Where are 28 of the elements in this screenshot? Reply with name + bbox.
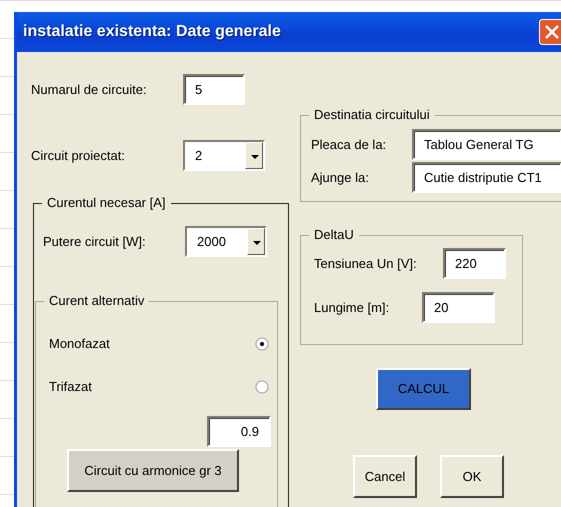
dropdown-value: 2000 [197,232,226,251]
frame-title: Curentul necesar [A] [42,195,171,211]
window-title: instalatie existenta: Date generale [23,22,281,42]
input-field[interactable]: 20 [422,292,495,323]
field-label: Ajunge la: [311,168,370,187]
input-field[interactable]: 5 [183,74,245,105]
dropdown[interactable]: 2000 [185,226,267,257]
dropdown-value: 2 [195,146,202,165]
input-field[interactable]: Cutie distriputie CT1 [412,162,561,193]
calculate-button[interactable]: CALCUL [376,368,471,410]
field-label: Tensiunea Un [V]: [314,254,418,273]
harmonics-button[interactable]: Circuit cu armonice gr 3 [67,449,239,492]
dialog-button[interactable]: Cancel [353,455,417,498]
input-field[interactable]: 220 [443,248,506,279]
radio-button[interactable] [255,380,269,394]
dialog-button[interactable]: OK [440,455,504,498]
close-icon[interactable] [539,19,561,45]
field-label: Lungime [m]: [314,298,390,317]
radio-label[interactable]: Trifazat [49,376,92,396]
input-field[interactable]: Tablou General TG [412,129,561,160]
radio-button[interactable] [255,336,269,350]
input-field[interactable]: 0.9 [207,416,271,447]
field-label: Pleaca de la: [311,136,388,154]
field-label: Circuit proiectat: [31,146,126,165]
field-label: Putere circuit [W]: [43,232,147,251]
dropdown[interactable]: 2 [183,140,265,171]
field-label: Numarul de circuite: [31,80,148,99]
radio-label[interactable]: Monofazat [49,334,110,354]
